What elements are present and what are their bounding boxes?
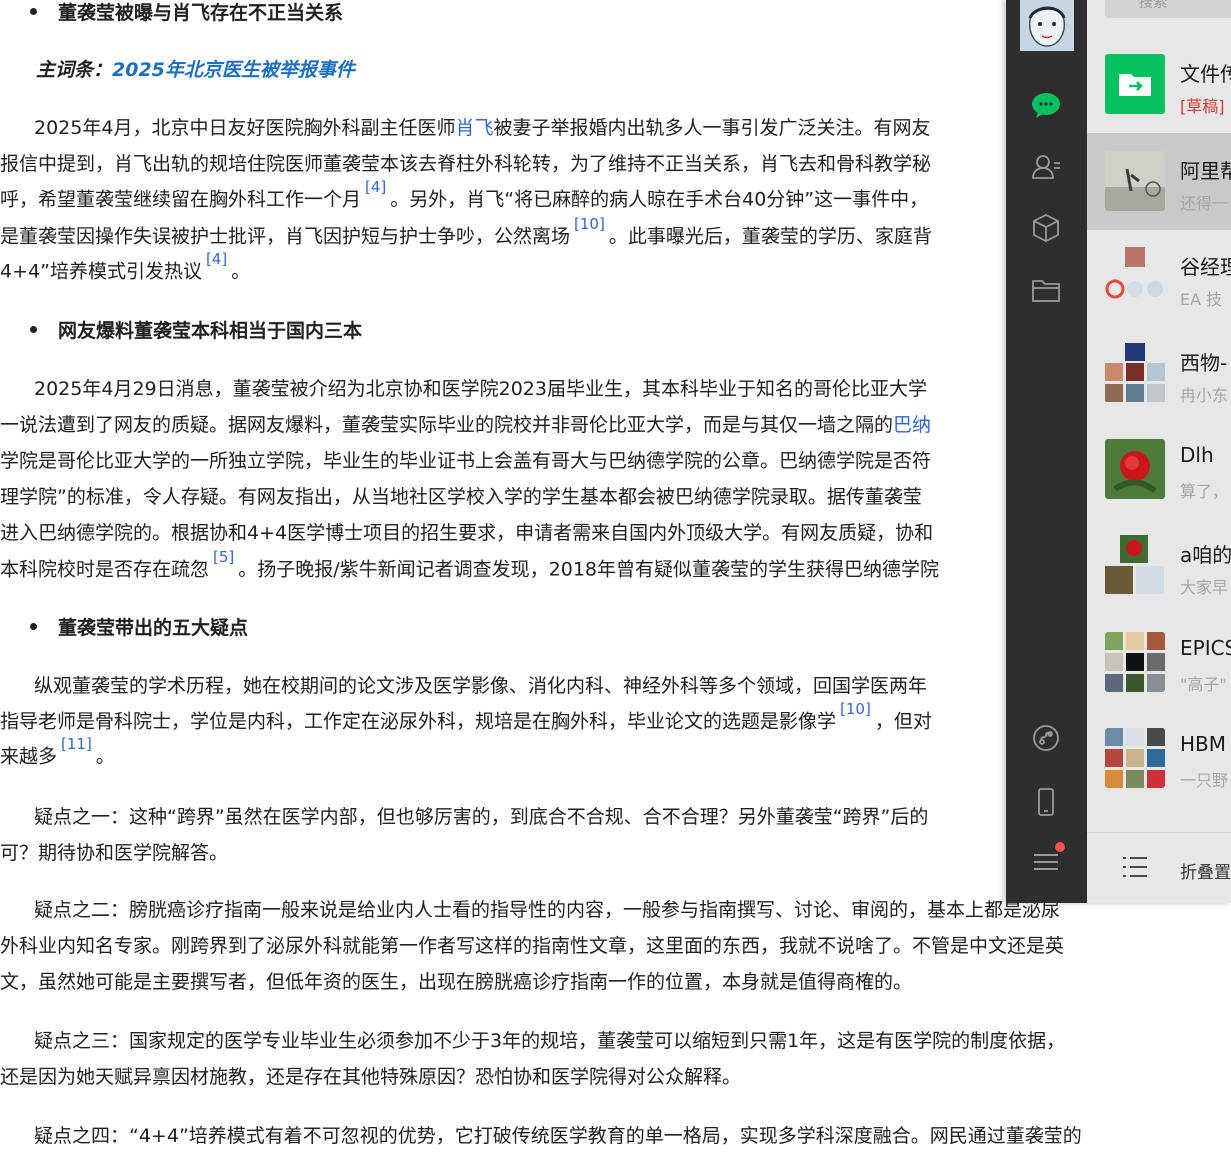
citation-link[interactable]: [4] xyxy=(206,250,227,268)
paragraph-line: 理学院”的标准，令人存疑。有网友指出，从当地社区学校入学的学生基本都会被巴纳德学… xyxy=(0,486,922,508)
contacts-icon[interactable] xyxy=(1030,151,1062,183)
group-avatar xyxy=(1105,535,1165,595)
chat-list: 搜索 文件传 [草稿] 阿里帮 还得一 谷经理 EA 技 西物- 冉小东 Dlh… xyxy=(1087,0,1231,903)
menu-icon[interactable] xyxy=(1030,842,1065,878)
file-transfer-icon xyxy=(1105,54,1165,114)
chat-preview: "高子" xyxy=(1180,675,1227,694)
chat-name: a咱的 xyxy=(1180,543,1231,567)
paragraph-line: 疑点之一：这种“跨界”虽然在医学内部，但也够厉害的，到底合不合规、合不合理？另外… xyxy=(34,806,929,828)
chat-avatar xyxy=(1105,151,1165,211)
paragraph-line: 来越多[11]。 xyxy=(0,735,115,768)
chat-item[interactable]: Dlh 算了， xyxy=(1087,421,1231,518)
chat-item-file-transfer[interactable]: 文件传 [草稿] xyxy=(1087,36,1231,133)
chat-item[interactable]: 谷经理 EA 技 xyxy=(1087,229,1231,326)
chat-name: 阿里帮 xyxy=(1180,159,1231,183)
college-link[interactable]: 巴纳 xyxy=(893,414,931,436)
chat-name: 文件传 xyxy=(1180,62,1231,86)
paragraph-line: 呼，希望董袭莹继续留在胸外科工作一个月[4]。另外，肖飞“将已麻醉的病人晾在手术… xyxy=(0,178,929,211)
notification-badge xyxy=(1055,842,1065,852)
paragraph-line: 疑点之四：“4+4”培养模式有着不可忽视的优势，它打破传统医学教育的单一格局，实… xyxy=(34,1125,1082,1147)
group-avatar xyxy=(1105,247,1165,307)
paragraph-line: 外科业内知名专家。刚跨界到了泌尿外科就能第一作者写这样的指南性文章，这里面的东西… xyxy=(0,935,1065,957)
paragraph-line: 2025年4月，北京中日友好医院胸外科副主任医师肖飞被妻子举报婚内出轨多人一事引… xyxy=(34,117,931,139)
chat-item[interactable]: EPICS "高子" xyxy=(1087,614,1231,711)
group-avatar xyxy=(1105,343,1165,403)
chat-name: EPICS xyxy=(1180,636,1231,660)
paragraph-line: 4+4”培养模式引发热议[4]。 xyxy=(0,250,251,283)
section-heading: 董袭莹带出的五大疑点 xyxy=(30,613,248,640)
paragraph-line: 疑点之三：国家规定的医学专业毕业生必须参加不少于3年的规培，董袭莹可以缩短到只需… xyxy=(34,1030,1066,1052)
main-entry-line: 主词条：2025年北京医生被举报事件 xyxy=(36,55,355,82)
chat-item[interactable]: 阿里帮 还得一 xyxy=(1087,133,1231,230)
section-heading: 董袭莹被曝与肖飞存在不正当关系 xyxy=(30,0,343,25)
paragraph-line: 报信中提到，肖飞出轨的规培住院医师董袭莹本该去脊柱外科轮转，为了维持不正当关系，… xyxy=(0,153,932,175)
paragraph-line: 一说法遭到了网友的质疑。据网友爆料，董袭莹实际毕业的院校并非哥伦比亚大学，而是与… xyxy=(0,414,932,436)
chat-preview: 一只野 xyxy=(1180,771,1229,790)
chat-preview: [草稿] xyxy=(1180,97,1225,116)
chat-preview: 大家早 xyxy=(1180,578,1229,597)
paragraph-line: 指导老师是骨科院士，学位是内科，工作定在泌尿外科，规培是在胸外科，毕业论文的选题… xyxy=(0,700,932,733)
paragraph-line: 学院是哥伦比亚大学的一所独立学院，毕业生的毕业证书上会盖有哥大与巴纳德学院的公章… xyxy=(0,450,932,472)
paragraph-line: 还是因为她天赋异禀因材施教，还是存在其他特殊原因？恐怕协和医学院得对公众解释。 xyxy=(0,1066,742,1088)
chat-preview: EA 技 xyxy=(1180,290,1223,309)
citation-link[interactable]: [4] xyxy=(365,178,386,196)
chat-preview: 冉小东 xyxy=(1180,386,1229,405)
paragraph-line: 进入巴纳德学院的。根据协和4+4医学博士项目的招生要求，申请者需来自国内外顶级大… xyxy=(0,522,934,544)
paragraph-line: 本科院校时是否存在疏忽[5]。扬子晚报/紫牛新闻记者调查发现，2018年曾有疑似… xyxy=(0,548,940,581)
paragraph-line: 纵观董袭莹的学术历程，她在校期间的论文涉及医学影像、消化内科、神经外科等多个领域… xyxy=(34,675,928,697)
chat-icon[interactable] xyxy=(1030,89,1062,121)
wechat-window: 搜索 文件传 [草稿] 阿里帮 还得一 谷经理 EA 技 西物- 冉小东 Dlh… xyxy=(1006,0,1231,903)
chat-preview: 还得一 xyxy=(1180,194,1229,213)
chat-item[interactable]: 西物- 冉小东 xyxy=(1087,325,1231,422)
person-link[interactable]: 肖飞 xyxy=(455,117,493,139)
article-content: 董袭莹被曝与肖飞存在不正当关系 主词条：2025年北京医生被举报事件 2025年… xyxy=(0,0,1180,1155)
paragraph-line: 疑点之二：膀胱癌诊疗指南一般来说是给业内人士看的指导性的内容，一般参与指南撰写、… xyxy=(34,899,1061,921)
list-icon xyxy=(1121,855,1149,883)
citation-link[interactable]: [10] xyxy=(840,700,871,718)
bullet-dot xyxy=(30,326,37,333)
avatar[interactable] xyxy=(1020,0,1074,51)
chat-name: HBM xyxy=(1180,732,1227,756)
chat-name: 谷经理 xyxy=(1180,255,1231,279)
citation-link[interactable]: [10] xyxy=(574,215,605,233)
miniprogram-icon[interactable] xyxy=(1030,722,1062,754)
bullet-dot xyxy=(30,623,37,630)
citation-link[interactable]: [5] xyxy=(213,548,234,566)
chat-name: Dlh xyxy=(1180,443,1214,467)
folded-chats-bar[interactable]: 折叠置 xyxy=(1087,832,1231,903)
chat-name: 西物- xyxy=(1180,351,1228,375)
section-heading: 网友爆料董袭莹本科相当于国内三本 xyxy=(30,316,362,343)
wechat-sidebar xyxy=(1006,0,1087,903)
search-box[interactable]: 搜索 xyxy=(1105,0,1231,18)
paragraph-line: 是董袭莹因操作失误被护士批评，肖飞因护短与护士争吵，公然离场[10]。此事曝光后… xyxy=(0,215,932,248)
chat-item[interactable]: a咱的 大家早 xyxy=(1087,517,1231,614)
group-avatar xyxy=(1105,728,1165,788)
folded-chats-label: 折叠置 xyxy=(1180,863,1231,883)
favorites-icon[interactable] xyxy=(1030,212,1062,244)
phone-icon[interactable] xyxy=(1030,786,1062,818)
chat-avatar xyxy=(1105,439,1165,499)
paragraph-line: 可？期待协和医学院解答。 xyxy=(0,842,229,864)
citation-link[interactable]: [11] xyxy=(61,735,92,753)
folder-icon[interactable] xyxy=(1030,274,1062,306)
paragraph-line: 文，虽然她可能是主要撰写者，但低年资的医生，出现在膀胱癌诊疗指南一作的位置，本身… xyxy=(0,971,913,993)
bullet-dot xyxy=(30,8,37,15)
chat-preview: 算了， xyxy=(1180,482,1229,501)
chat-item[interactable]: HBM 一只野 xyxy=(1087,710,1231,807)
main-entry-link[interactable]: 2025年北京医生被举报事件 xyxy=(112,59,355,81)
paragraph-line: 2025年4月29日消息，董袭莹被介绍为北京协和医学院2023届毕业生，其本科毕… xyxy=(34,378,927,400)
group-avatar xyxy=(1105,632,1165,692)
search-placeholder: 搜索 xyxy=(1139,0,1167,11)
main-entry-label: 主词条： xyxy=(36,59,113,81)
